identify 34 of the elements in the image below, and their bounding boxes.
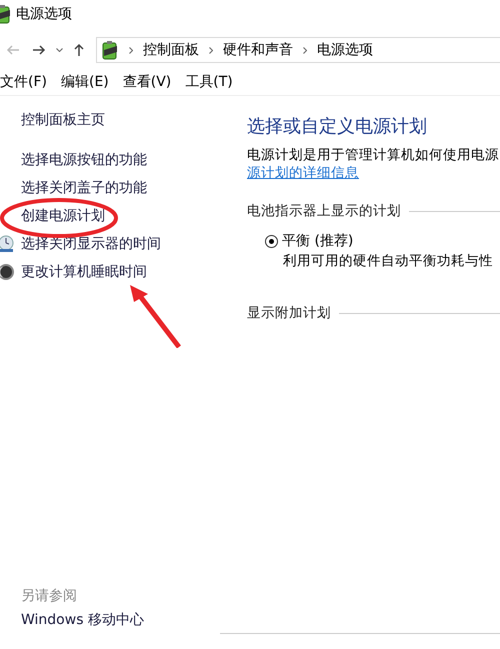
breadcrumb[interactable]: 硬件和声音: [223, 41, 293, 59]
sidebar-link[interactable]: Windows 移动中心: [21, 611, 144, 629]
window-title: 电源选项: [16, 5, 72, 23]
breadcrumb[interactable]: 电源选项: [317, 41, 373, 59]
plan-description: 利用可用的硬件自动平衡功耗与性: [282, 252, 494, 270]
sidebar-link[interactable]: 更改计算机睡眠时间: [21, 258, 235, 286]
caret-icon[interactable]: [56, 48, 62, 52]
chevron-icon: [209, 46, 213, 54]
pointer-arrow: [128, 284, 182, 348]
menu-item[interactable]: 查看(V): [122, 73, 172, 91]
plan-name: 平衡 (推荐): [282, 232, 354, 250]
breadcrumb[interactable]: 控制面板: [143, 41, 199, 59]
address-bar[interactable]: 控制面板 硬件和声音 电源选项: [96, 37, 500, 63]
up-icon[interactable]: [74, 43, 84, 57]
radio-button[interactable]: [265, 234, 278, 248]
details-link[interactable]: 源计划的详细信息: [247, 164, 359, 182]
section-heading: 显示附加计划: [247, 304, 331, 322]
menu-item[interactable]: 编辑(E): [60, 73, 109, 91]
forward-icon[interactable]: [32, 45, 46, 55]
chevron-icon: [303, 46, 307, 54]
page-heading: 选择或自定义电源计划: [247, 115, 428, 138]
sidebar-link[interactable]: 选择电源按钮的功能: [21, 146, 235, 174]
description-text: 电源计划是用于管理计算机如何使用电源: [247, 146, 500, 164]
sidebar-link[interactable]: 控制面板主页: [21, 106, 235, 134]
clock-icon: [0, 235, 15, 253]
menu-item[interactable]: 工具(T): [185, 73, 233, 91]
chevron-icon: [129, 46, 133, 54]
sidebar-link[interactable]: 创建电源计划: [21, 202, 235, 230]
section-heading: 另请参阅: [21, 587, 78, 605]
section-heading: 电池指示器上显示的计划: [247, 202, 401, 220]
menu-item[interactable]: 文件(F): [0, 73, 47, 91]
moon-icon: [0, 263, 15, 281]
sidebar-link[interactable]: 选择关闭盖子的功能: [21, 174, 235, 202]
battery-icon: [101, 40, 119, 60]
